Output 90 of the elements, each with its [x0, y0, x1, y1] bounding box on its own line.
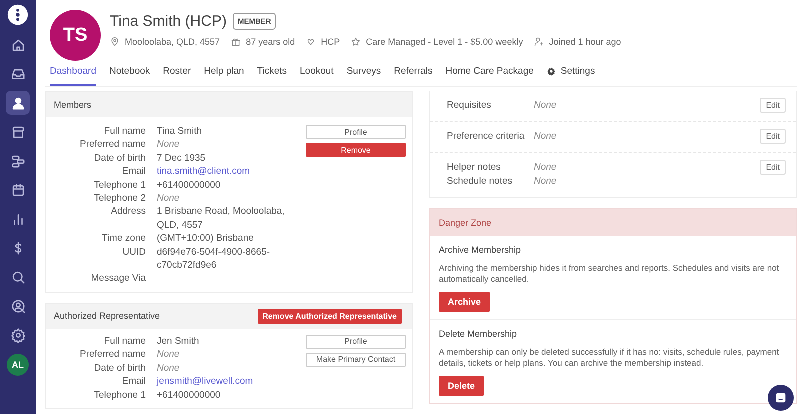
tab[interactable]: Dashboard: [50, 66, 96, 86]
field-label: Email: [121, 165, 146, 179]
edit-button[interactable]: Edit: [760, 98, 786, 113]
chat-button[interactable]: [768, 385, 794, 411]
member-meta-text: Joined 1 hour ago: [549, 37, 622, 47]
settings-icon: [10, 328, 26, 342]
field-value: None: [157, 138, 181, 152]
field-value: Tina Smith: [157, 125, 204, 138]
member-meta-text: Care Managed - Level 1 - $5.00 weekly: [366, 37, 524, 47]
chat-icon: [774, 391, 788, 405]
preference-label: Preference criteria: [447, 130, 526, 144]
section-description: Archiving the membership hides it from searches and reports. Schedules and visits are not automatically cancelled.: [439, 263, 780, 285]
outline-button[interactable]: Profile: [306, 334, 406, 349]
preference-value: None: [534, 175, 558, 189]
star-icon: [351, 37, 362, 47]
field-label: Address: [110, 205, 146, 220]
field-label: UUID: [122, 246, 146, 260]
section-title: Delete Membership: [439, 329, 518, 339]
card-title: Authorized Representative: [54, 311, 160, 322]
user-icon: [10, 96, 26, 110]
field-label: Date of birth: [93, 152, 146, 166]
danger-action-button[interactable]: Archive: [439, 292, 490, 312]
tab[interactable]: Tickets: [257, 66, 288, 86]
preference-label: Requisites: [447, 99, 492, 113]
location-pin-icon: [110, 37, 120, 47]
email-link[interactable]: tina.smith@client.com: [157, 165, 297, 179]
member-avatar: TS: [50, 10, 101, 61]
member-meta-text: 87 years old: [246, 37, 296, 47]
tab[interactable]: Referrals: [394, 66, 433, 86]
field-value: None: [157, 192, 181, 206]
tab[interactable]: Surveys: [346, 66, 382, 86]
section-title: Archive Membership: [439, 245, 522, 255]
member-meta-text: HCP: [321, 37, 340, 47]
field-label: Telephone 1: [93, 388, 146, 402]
remove-button[interactable]: Remove: [306, 143, 406, 157]
field-value: +61400000000: [157, 178, 222, 192]
card-title: Members: [54, 100, 92, 110]
sidebar-user-button[interactable]: [6, 91, 30, 115]
search-icon: [10, 270, 26, 284]
field-label: Date of birth: [93, 362, 146, 376]
preference-value: None: [534, 130, 558, 144]
outline-button[interactable]: Make Primary Contact: [306, 352, 406, 367]
field-value: (GMT+10:00) Brisbane: [157, 232, 255, 246]
user-avatar[interactable]: AL: [7, 354, 29, 376]
logo-icon[interactable]: [7, 4, 29, 26]
remove-representative-button[interactable]: Remove Authorized Representative: [258, 308, 402, 324]
settings-icon: [546, 67, 556, 76]
edit-button[interactable]: Edit: [760, 160, 786, 175]
field-label: Full name: [103, 334, 146, 348]
preference-value: None: [534, 161, 558, 175]
field-value: 1 Brisbane Road, Mooloolaba, QLD, 4557: [157, 205, 286, 232]
inbox-icon: [10, 66, 26, 82]
email-link[interactable]: jensmith@livewell.com: [157, 375, 297, 388]
field-label: Preferred name: [78, 138, 146, 152]
field-value: +61400000000: [157, 388, 222, 402]
field-label: Time zone: [101, 232, 146, 246]
field-label: Message Via: [90, 272, 146, 286]
section-description: A membership can only be deleted successfully if it has no: visits, schedule rules, payment details, tickets or help plans. You can archive the membership instead.: [439, 347, 780, 369]
calendar-icon: [10, 182, 26, 198]
tab[interactable]: Roster: [163, 66, 192, 86]
field-label: Preferred name: [78, 348, 146, 362]
gift-icon: [231, 37, 242, 47]
field-label: Email: [121, 375, 146, 388]
field-label: Full name: [103, 125, 146, 138]
member-name: Tina Smith (HCP): [110, 13, 227, 30]
user-plus-icon: [534, 37, 544, 47]
preference-label: Helper notes: [447, 161, 502, 175]
profile-button[interactable]: Profile: [306, 125, 406, 139]
preference-value: None: [534, 99, 558, 113]
tab[interactable]: Notebook: [109, 66, 150, 86]
field-value: d6f94e76-504f-4900-8665-c70cb72fd9e6: [157, 246, 272, 272]
tab[interactable]: Home Care Package: [446, 66, 534, 86]
field-label: Telephone 2: [93, 192, 146, 206]
danger-zone-title: Danger Zone: [439, 218, 492, 228]
member-meta-text: Mooloolaba, QLD, 4557: [125, 37, 220, 47]
field-label: Telephone 1: [93, 178, 146, 192]
workflow-icon: [10, 154, 26, 168]
tab[interactable]: Help plan: [204, 66, 244, 86]
field-value: None: [157, 348, 181, 362]
tab[interactable]: Settings: [546, 66, 596, 86]
tab[interactable]: Lookout: [300, 66, 334, 86]
user-search-icon: [10, 298, 26, 314]
field-value: 7 Dec 1935: [157, 152, 207, 166]
field-value: Jen Smith: [157, 334, 200, 348]
edit-button[interactable]: Edit: [760, 129, 786, 144]
store-icon: [10, 124, 26, 140]
preference-label: Schedule notes: [447, 175, 514, 189]
danger-action-button[interactable]: Delete: [439, 376, 484, 396]
field-value: None: [157, 362, 181, 376]
home-icon: [10, 38, 26, 52]
